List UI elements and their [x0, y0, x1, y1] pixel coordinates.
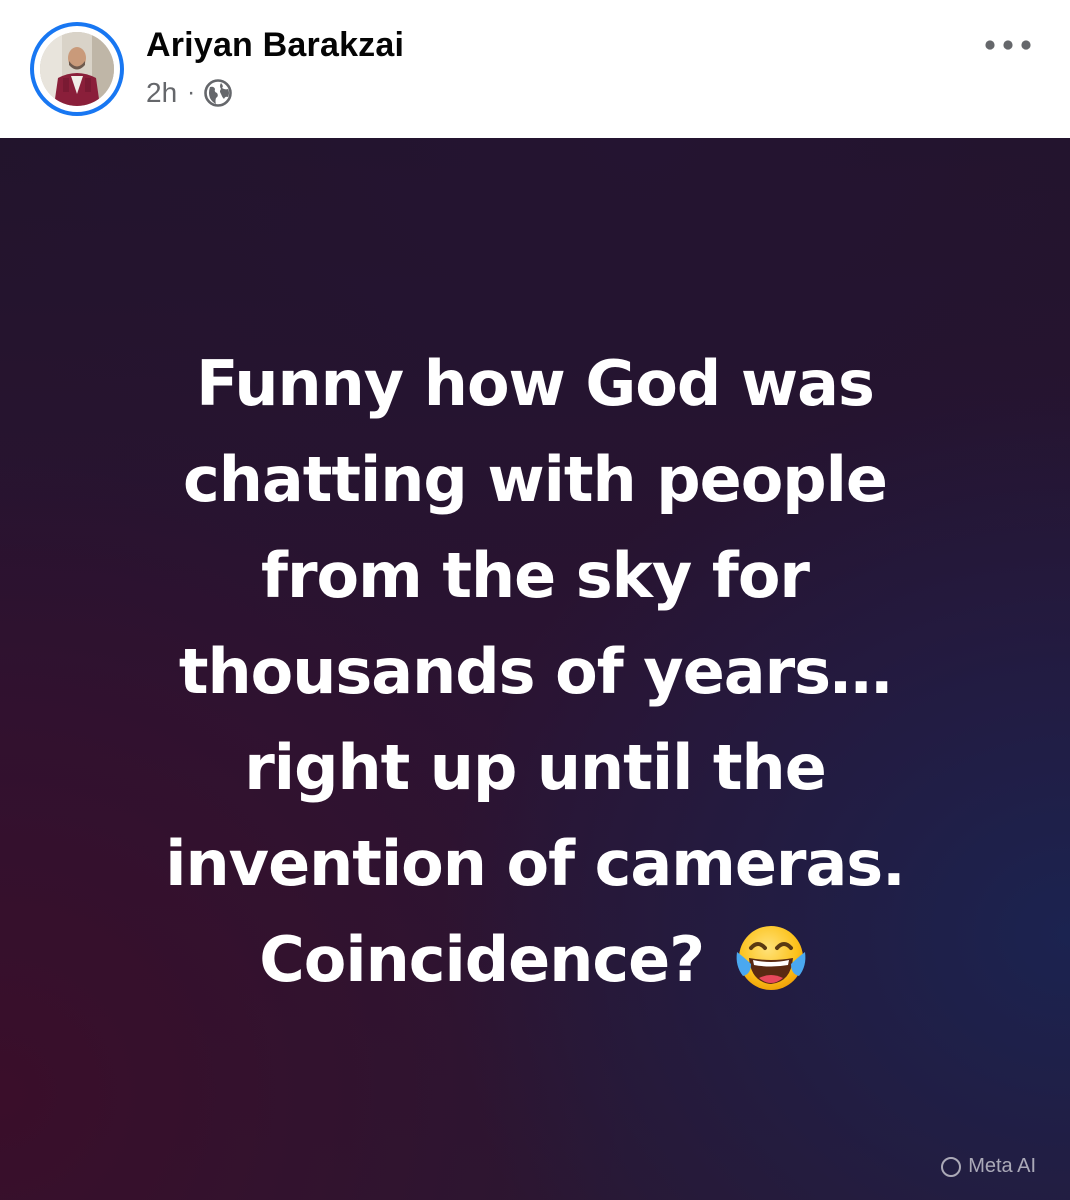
avatar[interactable]	[40, 32, 114, 106]
meta-ai-label: Meta AI	[968, 1155, 1036, 1177]
globe-icon[interactable]	[203, 78, 233, 108]
meta-separator: ·	[187, 79, 196, 106]
post-text-line: from the sky for	[260, 539, 810, 612]
meta-ai-icon	[941, 1156, 962, 1177]
post-header: Ariyan Barakzai 2h ·	[0, 0, 1070, 138]
more-options-button[interactable]	[978, 30, 1038, 60]
post-text-line: Funny how God was	[196, 347, 875, 420]
post-text-line: invention of cameras.	[165, 827, 905, 900]
profile-photo	[40, 32, 114, 106]
post-text-line-last: Coincidence?	[0, 912, 1070, 1008]
post-text-line: thousands of years…	[178, 635, 892, 708]
post-text-line: right up until the	[244, 731, 827, 804]
post: Ariyan Barakzai 2h · Funny how God was c…	[0, 0, 1070, 1200]
more-horizontal-icon	[985, 40, 1031, 50]
post-timestamp[interactable]: 2h	[146, 77, 177, 109]
meta-ai-watermark: Meta AI	[941, 1155, 1036, 1178]
face-with-tears-of-joy-icon	[731, 918, 811, 998]
post-meta: 2h ·	[146, 76, 233, 110]
post-text-line: Coincidence?	[259, 923, 705, 996]
post-text: Funny how God was chatting with people f…	[0, 336, 1070, 1008]
author-name[interactable]: Ariyan Barakzai	[146, 26, 404, 65]
avatar-story-ring[interactable]	[30, 22, 124, 116]
text-post-background: Funny how God was chatting with people f…	[0, 138, 1070, 1200]
post-text-line: chatting with people	[183, 443, 888, 516]
